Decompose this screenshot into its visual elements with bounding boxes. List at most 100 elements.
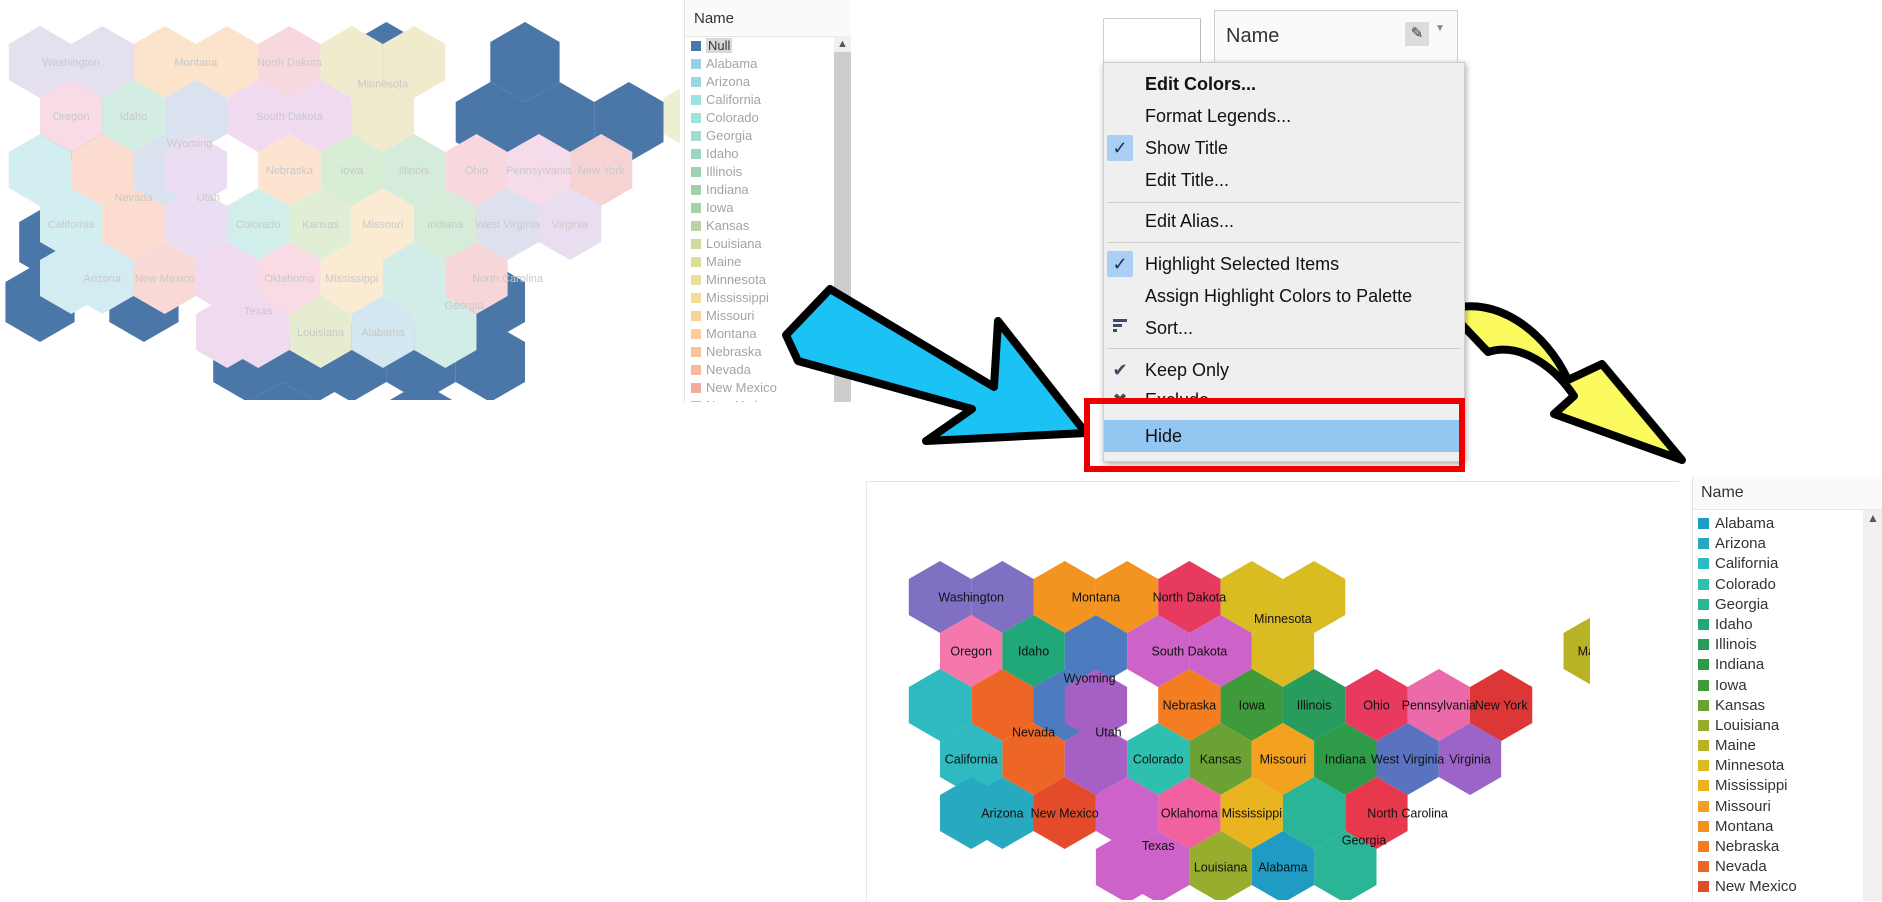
state-label-alabama: Alabama xyxy=(361,327,405,339)
legend-item-kansas[interactable]: Kansas xyxy=(1698,696,1882,716)
legend-item-california[interactable]: California xyxy=(691,91,851,109)
null-swatch xyxy=(691,41,701,51)
legend-item-missouri[interactable]: Missouri xyxy=(1698,797,1882,817)
legend-item-california[interactable]: California xyxy=(1698,554,1882,574)
legend-item-louisiana[interactable]: Louisiana xyxy=(1698,716,1882,736)
state-label-nebraska: Nebraska xyxy=(266,165,314,177)
legend-label: Nevada xyxy=(1715,858,1767,875)
legend-swatch xyxy=(691,95,701,105)
legend-label: Idaho xyxy=(706,146,739,161)
hide-highlight-frame xyxy=(1084,398,1465,472)
edit-pen-icon[interactable]: ✎ xyxy=(1405,22,1429,46)
legend-item-illinois[interactable]: Illinois xyxy=(691,163,851,181)
legend-swatch xyxy=(1698,700,1709,711)
state-label-north-dakota: North Dakota xyxy=(1153,590,1227,604)
legend-swatch xyxy=(691,131,701,141)
legend-item-maine[interactable]: Maine xyxy=(1698,736,1882,756)
legend-name-card-title: Name xyxy=(1226,25,1279,48)
legend-item-new-mexico[interactable]: New Mexico xyxy=(1698,877,1882,897)
state-label-virginia: Virginia xyxy=(552,219,589,231)
legend-item-alabama[interactable]: Alabama xyxy=(1698,514,1882,534)
state-label-iowa: Iowa xyxy=(1239,698,1265,712)
legend-item-arizona[interactable]: Arizona xyxy=(691,73,851,91)
legend-swatch xyxy=(691,239,701,249)
legend-item-nebraska[interactable]: Nebraska xyxy=(1698,837,1882,857)
legend-label: Montana xyxy=(1715,818,1773,835)
legend-swatch xyxy=(1698,841,1709,852)
chevron-down-icon[interactable]: ▼ xyxy=(1435,23,1445,34)
scroll-up-icon[interactable]: ▲ xyxy=(834,36,851,52)
menu-item-show-title[interactable]: ✓ Show Title xyxy=(1104,133,1464,163)
legend-item-iowa[interactable]: Iowa xyxy=(691,199,851,217)
legend-item-maine[interactable]: Maine xyxy=(691,253,851,271)
legend-item-kansas[interactable]: Kansas xyxy=(691,217,851,235)
state-label-louisiana: Louisiana xyxy=(297,327,345,339)
legend-label: Mississippi xyxy=(1715,777,1788,794)
scroll-up-icon[interactable]: ▲ xyxy=(1863,510,1882,526)
state-label-kansas: Kansas xyxy=(302,219,339,231)
legend-swatch xyxy=(691,329,701,339)
state-label-kansas: Kansas xyxy=(1200,752,1242,766)
bottom-legend-scrollbar[interactable]: ▲ xyxy=(1863,510,1882,901)
legend-item-alabama[interactable]: Alabama xyxy=(691,55,851,73)
legend-label: Illinois xyxy=(1715,636,1757,653)
menu-item-highlight-selected[interactable]: ✓ Highlight Selected Items xyxy=(1104,249,1464,279)
legend-item-null[interactable]: Null xyxy=(691,37,851,55)
legend-item-colorado[interactable]: Colorado xyxy=(691,109,851,127)
state-label-south-dakota: South Dakota xyxy=(256,111,324,123)
legend-item-minnesota[interactable]: Minnesota xyxy=(1698,756,1882,776)
state-label-minnesota: Minnesota xyxy=(358,78,410,90)
state-label-indiana: Indiana xyxy=(427,219,464,231)
legend-item-louisiana[interactable]: Louisiana xyxy=(691,235,851,253)
menu-item-edit-colors[interactable]: Edit Colors... xyxy=(1104,69,1464,99)
legend-label: Georgia xyxy=(1715,596,1768,613)
legend-item-idaho[interactable]: Idaho xyxy=(691,145,851,163)
state-label-ohio: Ohio xyxy=(1363,698,1389,712)
legend-item-nevada[interactable]: Nevada xyxy=(1698,857,1882,877)
legend-item-new-york[interactable]: New York xyxy=(1698,898,1882,901)
state-label-new-york: New York xyxy=(578,165,625,177)
legend-label: Louisiana xyxy=(1715,717,1779,734)
legend-label: Colorado xyxy=(706,110,759,125)
menu-item-label: Edit Colors... xyxy=(1145,69,1256,99)
menu-item-sort[interactable]: Sort... xyxy=(1104,313,1464,343)
state-label-north-carolina: North Carolina xyxy=(1367,806,1448,820)
legend-item-arizona[interactable]: Arizona xyxy=(1698,534,1882,554)
legend-swatch xyxy=(1698,659,1709,670)
state-label-south-dakota: South Dakota xyxy=(1152,644,1228,658)
legend-item-montana[interactable]: Montana xyxy=(1698,817,1882,837)
state-label-alabama: Alabama xyxy=(1258,860,1307,874)
menu-item-exclude[interactable]: ✖ Exclude xyxy=(1104,385,1464,399)
legend-swatch xyxy=(691,275,701,285)
legend-item-colorado[interactable]: Colorado xyxy=(1698,575,1882,595)
state-label-nevada: Nevada xyxy=(1012,725,1055,739)
legend-label: Illinois xyxy=(706,164,742,179)
menu-item-assign-highlight-colors[interactable]: Assign Highlight Colors to Palette xyxy=(1104,281,1464,311)
menu-item-format-legends[interactable]: Format Legends... xyxy=(1104,101,1464,131)
state-label-utah: Utah xyxy=(197,192,220,204)
legend-item-georgia[interactable]: Georgia xyxy=(691,127,851,145)
legend-swatch xyxy=(1698,760,1709,771)
legend-item-iowa[interactable]: Iowa xyxy=(1698,676,1882,696)
state-label-montana: Montana xyxy=(174,57,218,69)
state-label-washington: Washington xyxy=(938,590,1004,604)
legend-item-mississippi[interactable]: Mississippi xyxy=(1698,776,1882,796)
menu-item-keep-only[interactable]: ✔ Keep Only xyxy=(1104,355,1464,385)
hex-maine[interactable] xyxy=(664,80,681,152)
state-label-georgia: Georgia xyxy=(1342,833,1387,847)
menu-item-label: Exclude xyxy=(1145,385,1209,399)
legend-swatch xyxy=(1698,619,1709,630)
legend-item-illinois[interactable]: Illinois xyxy=(1698,635,1882,655)
legend-label: Missouri xyxy=(706,308,754,323)
state-label-new-mexico: New Mexico xyxy=(1031,806,1099,820)
menu-item-edit-alias[interactable]: Edit Alias... xyxy=(1104,206,1464,236)
bottom-legend-title: Name xyxy=(1693,477,1882,510)
legend-item-georgia[interactable]: Georgia xyxy=(1698,595,1882,615)
state-label-idaho: Idaho xyxy=(1018,644,1049,658)
menu-item-edit-title[interactable]: Edit Title... xyxy=(1104,165,1464,195)
legend-item-indiana[interactable]: Indiana xyxy=(691,181,851,199)
state-label-minnesota: Minnesota xyxy=(1254,612,1312,626)
legend-item-idaho[interactable]: Idaho xyxy=(1698,615,1882,635)
legend-item-indiana[interactable]: Indiana xyxy=(1698,655,1882,675)
state-label-new-mexico: New Mexico xyxy=(135,273,195,285)
